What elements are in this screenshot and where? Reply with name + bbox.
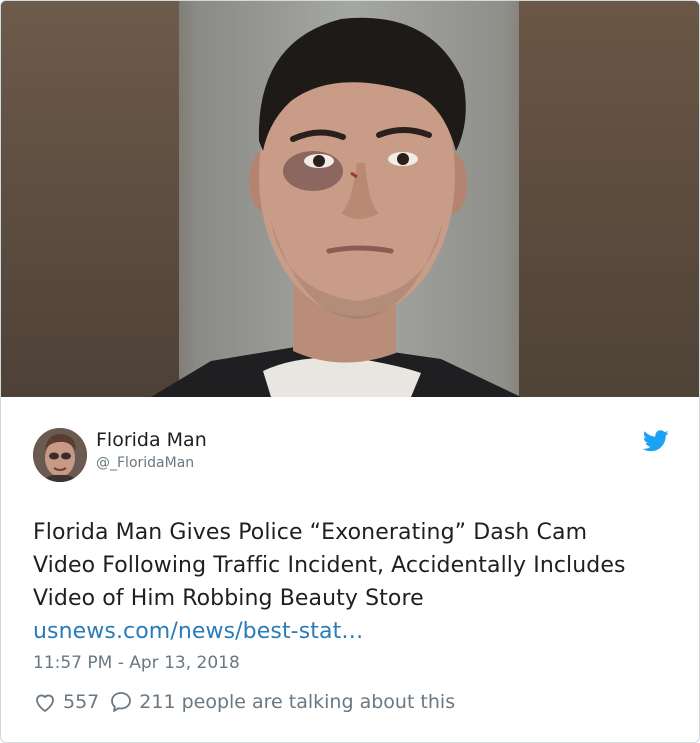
like-count: 557 [63,691,100,713]
mugshot-figure [151,17,521,397]
author-avatar[interactable] [33,428,87,482]
tweet-timestamp[interactable]: 11:57 PM - Apr 13, 2018 [33,653,240,673]
replies-text[interactable]: 211 people are talking about this [139,691,455,713]
tweet-body: Florida Man Gives Police “Exonerating” D… [33,520,626,611]
twitter-bird-icon[interactable] [642,430,669,452]
avatar-portrait [33,428,87,482]
tweet-text: Florida Man Gives Police “Exonerating” D… [33,516,653,648]
author-handle[interactable]: @_FloridaMan [96,455,194,471]
tweet-card: Florida Man @_FloridaMan Florida Man Giv… [0,0,700,743]
tweet-actions: 557 211 people are talking about this [33,688,455,716]
speech-bubble-icon[interactable] [109,690,133,714]
tweet-link[interactable]: usnews.com/news/best-stat… [33,619,363,644]
tweet-photo[interactable] [1,1,699,397]
tweet-header: Florida Man @_FloridaMan [33,428,673,484]
author-name[interactable]: Florida Man [96,429,207,451]
heart-icon[interactable] [33,690,57,714]
